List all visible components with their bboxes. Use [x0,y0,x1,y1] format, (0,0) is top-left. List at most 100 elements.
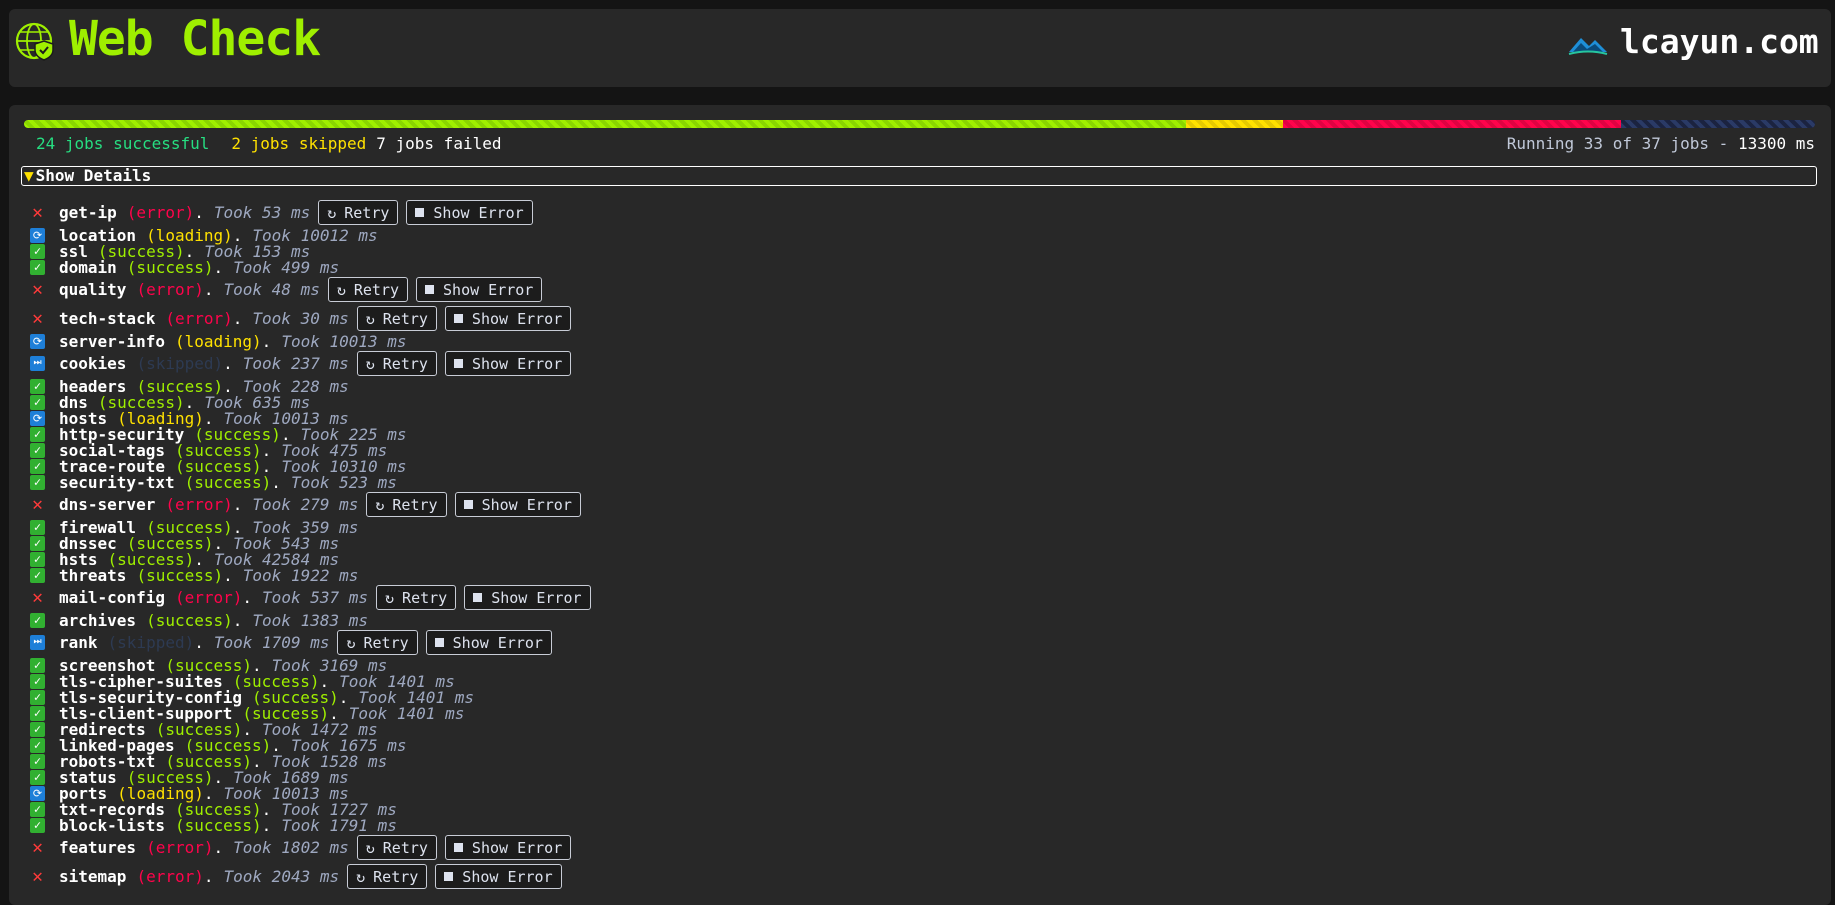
job-row: ✕ quality (error). Took 48 ms ↻ Retry Show Err… [30,275,1810,304]
separator: . [194,633,204,652]
separator: . [213,838,224,857]
separator: . [232,495,243,514]
retry-button[interactable]: ↻ Retry [356,351,437,376]
job-name: server-info [59,331,165,351]
separator: . [203,867,214,886]
job-row: ✕ tech-stack (error). Took 30 ms ↻ Retry Show … [30,304,1810,333]
check-icon: ✓ [30,612,45,628]
job-state: (success) [174,815,262,835]
separator: . [213,257,224,277]
job-row: ✓ block-lists (success). Took 1791 ms [30,815,1810,835]
show-error-label: Show Error [443,280,534,299]
show-error-button[interactable]: Show Error [406,200,533,225]
separator: . [242,588,253,607]
square-icon [434,638,444,647]
job-name: security-txt [59,472,175,492]
successful-count: 24 jobs successful [36,134,210,153]
retry-icon: ↻ [365,354,375,373]
site-name[interactable]: lcayun.com [1620,22,1819,62]
job-state: (error) [174,588,243,607]
job-state: (error) [136,867,204,886]
retry-label: Retry [363,633,409,652]
square-icon [425,285,435,294]
job-duration: Took 30 ms [252,309,349,328]
separator: . [223,354,233,373]
show-error-label: Show Error [481,495,572,514]
running-label: Running 33 of 37 jobs - [1506,134,1729,153]
retry-label: Retry [373,867,419,886]
show-error-button[interactable]: Show Error [416,277,543,302]
job-name: get-ip [59,203,117,222]
show-error-button[interactable]: Show Error [444,306,572,331]
square-icon [444,872,454,881]
job-duration: Took 537 ms [262,588,369,607]
show-error-button[interactable]: Show Error [425,630,552,655]
app-title[interactable]: Web Check [69,12,321,66]
separator: . [338,687,349,707]
check-icon: ✓ [30,535,45,551]
check-icon: ✓ [30,769,45,785]
separator: . [194,203,204,222]
job-duration: Took 1791 ms [281,815,397,835]
retry-button[interactable]: ↻ Retry [347,864,428,889]
check-icon: ✓ [30,705,45,721]
show-error-label: Show Error [462,867,553,886]
retry-button[interactable]: ↻ Retry [318,200,399,225]
show-error-button[interactable]: Show Error [444,351,572,376]
square-icon [415,208,425,217]
square-icon [453,359,463,368]
retry-icon: ↻ [365,838,375,857]
separator: . [203,280,214,299]
retry-label: Retry [382,309,428,328]
cross-icon: ✕ [32,202,43,223]
cross-icon: ✕ [32,866,43,887]
show-error-label: Show Error [433,203,524,222]
retry-icon: ↻ [365,309,375,328]
skip-icon: ⏭ [30,635,45,650]
job-state: (success) [184,472,272,492]
show-error-button[interactable]: Show Error [464,585,591,610]
retry-button[interactable]: ↻ Retry [327,277,409,302]
check-icon: ✓ [30,817,45,833]
running-status: Running 33 of 37 jobs - 13300 ms [1507,134,1815,154]
progress-skipped-segment [1185,120,1283,128]
job-state: (error) [146,838,214,857]
job-name: rank [59,633,98,652]
check-icon: ✓ [30,259,45,275]
job-duration: Took 10013 ms [281,331,407,351]
check-icon: ✓ [30,243,45,259]
retry-button[interactable]: ↻ Retry [356,306,437,331]
show-details-label: Show Details [35,166,152,185]
retry-icon: ↻ [385,588,395,607]
show-error-label: Show Error [471,309,563,328]
elapsed-time: 13300 ms [1737,134,1815,153]
retry-button[interactable]: ↻ Retry [356,835,437,860]
job-row: ✓ threats (success). Took 1922 ms [30,565,1810,585]
job-row: ✕ mail-config (error). Took 537 ms ↻ Retry Sho… [30,583,1810,612]
job-duration: Took 1709 ms [213,633,330,652]
refresh-icon: ⟳ [30,410,45,426]
refresh-icon: ⟳ [30,227,45,243]
show-error-button[interactable]: Show Error [444,835,572,860]
progress-success-segment [24,120,1186,128]
job-name: dns-server [59,495,156,514]
job-state: (skipped) [136,354,224,373]
refresh-icon: ⟳ [30,333,45,349]
check-icon: ✓ [30,519,45,535]
check-icon: ✓ [30,721,45,737]
retry-button[interactable]: ↻ Retry [337,630,418,655]
job-list: ✕ get-ip (error). Took 53 ms ↻ Retry Show Erro… [30,198,1810,891]
job-duration: Took 1922 ms [242,565,359,585]
job-row: ✓ security-txt (success). Took 523 ms [30,472,1810,492]
site-logo-icon [1568,38,1608,55]
retry-button[interactable]: ↻ Retry [366,492,447,517]
show-error-button[interactable]: Show Error [435,864,562,889]
show-error-button[interactable]: Show Error [454,492,581,517]
cross-icon: ✕ [32,587,43,608]
job-row: ⟳ hosts (loading). Took 10013 ms [30,409,1810,428]
retry-icon: ↻ [327,203,337,222]
retry-button[interactable]: ↻ Retry [376,585,457,610]
job-row: ⟳ server-info (loading). Took 10013 ms [30,331,1810,351]
job-row: ✓ domain (success). Took 499 ms [30,257,1810,277]
show-details-toggle[interactable]: ▼ Show Details [21,166,1817,186]
